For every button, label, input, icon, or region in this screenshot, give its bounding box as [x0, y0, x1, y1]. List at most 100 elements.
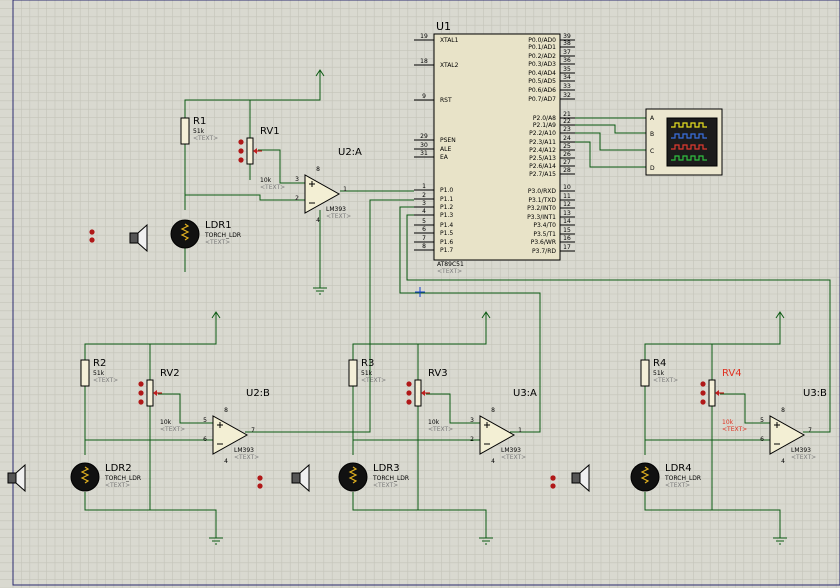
mcu-left-pin-number: 6 [422, 226, 426, 233]
mcu-right-pin-name: P2.7/A15 [529, 171, 556, 178]
light-pin-dot [257, 483, 263, 489]
mcu-left-pin-number: 5 [422, 218, 426, 225]
mcu-left-pin-number: 4 [422, 208, 426, 215]
torch-handle [129, 232, 139, 244]
mcu-right-pin-number: 32 [563, 92, 571, 99]
mcu-right-pin-number: 26 [563, 151, 571, 158]
pin-dot [700, 381, 706, 387]
mcu-left-pin-name: PSEN [440, 137, 456, 144]
mcu-right-pin-name: P0.0/AD0 [528, 37, 556, 44]
opamp-plus-pin-number: 5 [203, 417, 207, 424]
resistor-value-label: 51k [193, 128, 205, 135]
opamp-plus-pin-number: 5 [760, 417, 764, 424]
mcu-left-pin-number: 19 [420, 33, 428, 40]
mcu-right-pin-number: 24 [563, 135, 571, 142]
pin-dot [406, 399, 412, 405]
mcu-right-pin-number: 34 [563, 74, 571, 81]
opamp-text-placeholder: <TEXT> [501, 454, 526, 461]
opamp-out-pin-number: 1 [518, 427, 522, 434]
schematic-canvas[interactable]: U1 AT89C51 <TEXT> 19XTAL118XTAL29RST29PS… [0, 0, 840, 588]
resistor-body[interactable] [640, 359, 650, 387]
mcu-right-pin-name: P2.6/A14 [529, 163, 556, 170]
resistor-text-placeholder: <TEXT> [653, 377, 678, 384]
mcu-left-pin-name: P1.7 [440, 247, 453, 254]
resistor-body[interactable] [180, 117, 190, 145]
ldr-text-placeholder: <TEXT> [205, 239, 230, 246]
resistor-ref-label: R1 [193, 116, 206, 127]
mcu-ref-label: U1 [436, 20, 451, 33]
mcu-right-pin-name: P3.1/TXD [528, 197, 556, 204]
mcu-left-pin-name: RST [440, 97, 452, 104]
mcu-left-pin-name: P1.5 [440, 230, 453, 237]
opamp-vcc-pin-number: 8 [491, 407, 495, 414]
pin-dot [700, 390, 706, 396]
mcu-right-pin-name: P2.3/A11 [529, 139, 556, 146]
pin-dot [700, 399, 706, 405]
ldr-part-label: TORCH_LDR [204, 232, 241, 239]
pin-dot [238, 157, 244, 163]
mcu-left-pin-name: P1.0 [440, 187, 453, 194]
opamp-gnd-pin-number: 4 [224, 458, 228, 465]
oscilloscope[interactable]: A B C D [645, 108, 723, 176]
opamp-gnd-pin-number: 4 [316, 217, 320, 224]
ldr-part-label: TORCH_LDR [104, 475, 141, 482]
resistor-text-placeholder: <TEXT> [93, 377, 118, 384]
mcu-right-pin-number: 23 [563, 126, 571, 133]
resistor-value-label: 51k [653, 370, 665, 377]
mcu-left-pin-number: 7 [422, 235, 426, 242]
potentiometer-text-placeholder: <TEXT> [160, 426, 185, 433]
opamp-text-placeholder: <TEXT> [234, 454, 259, 461]
mcu-left-pin-name: EA [440, 154, 449, 161]
mcu-right-pin-number: 12 [563, 201, 571, 208]
opamp-gnd-pin-number: 4 [781, 458, 785, 465]
pin-dot [238, 148, 244, 154]
potentiometer-value-label: 10k [428, 419, 440, 426]
resistor-body[interactable] [348, 359, 358, 387]
potentiometer-body[interactable] [146, 379, 154, 407]
mcu-left-pin-number: 2 [422, 192, 426, 199]
resistor-value-label: 51k [361, 370, 373, 377]
potentiometer-body[interactable] [708, 379, 716, 407]
potentiometer-text-placeholder: <TEXT> [260, 184, 285, 191]
potentiometer-ref-label: RV1 [260, 126, 280, 137]
mcu-text-placeholder: <TEXT> [437, 268, 462, 275]
scope-channel-d-label: D [650, 165, 655, 172]
mcu-right-pin-name: P0.2/AD2 [528, 53, 556, 60]
mcu-right-pin-number: 37 [563, 49, 571, 56]
mcu-u1[interactable]: U1 AT89C51 <TEXT> 19XTAL118XTAL29RST29PS… [414, 20, 575, 275]
pin-dot [406, 381, 412, 387]
resistor-text-placeholder: <TEXT> [361, 377, 386, 384]
mcu-right-pin-number: 11 [563, 193, 571, 200]
resistor-value-label: 51k [93, 370, 105, 377]
ldr-part-label: TORCH_LDR [664, 475, 701, 482]
mcu-right-pin-name: P3.4/T0 [533, 222, 556, 229]
pin-dot [238, 139, 244, 145]
mcu-right-pin-number: 28 [563, 167, 571, 174]
potentiometer-text-placeholder: <TEXT> [428, 426, 453, 433]
mcu-left-pin-name: XTAL2 [440, 62, 459, 69]
mcu-left-pin-number: 8 [422, 243, 426, 250]
potentiometer-body[interactable] [246, 137, 254, 165]
potentiometer-text-placeholder: <TEXT> [722, 426, 747, 433]
mcu-right-pin-name: P2.1/A9 [533, 122, 556, 129]
resistor-body[interactable] [80, 359, 90, 387]
mcu-right-pin-name: P3.7/RD [532, 248, 556, 255]
light-pin-dot [550, 475, 556, 481]
mcu-right-pin-name: P3.5/T1 [533, 231, 556, 238]
light-pin-dot [257, 475, 263, 481]
mcu-right-pin-number: 14 [563, 218, 571, 225]
ldr-text-placeholder: <TEXT> [373, 482, 398, 489]
potentiometer-body[interactable] [414, 379, 422, 407]
mcu-right-pin-number: 27 [563, 159, 571, 166]
ldr-ref-label: LDR1 [205, 220, 232, 231]
mcu-part-label: AT89C51 [437, 261, 464, 268]
opamp-ref-label: U3:B [803, 388, 827, 399]
opamp-ref-label: U2:B [246, 388, 270, 399]
mcu-right-pin-number: 25 [563, 143, 571, 150]
pin-dot [406, 390, 412, 396]
mcu-right-pin-number: 21 [563, 111, 571, 118]
pin-dot [138, 399, 144, 405]
mcu-right-pin-name: P0.5/AD5 [528, 78, 556, 85]
mcu-left-pin-number: 31 [420, 150, 428, 157]
scope-channel-b-label: B [650, 131, 654, 138]
